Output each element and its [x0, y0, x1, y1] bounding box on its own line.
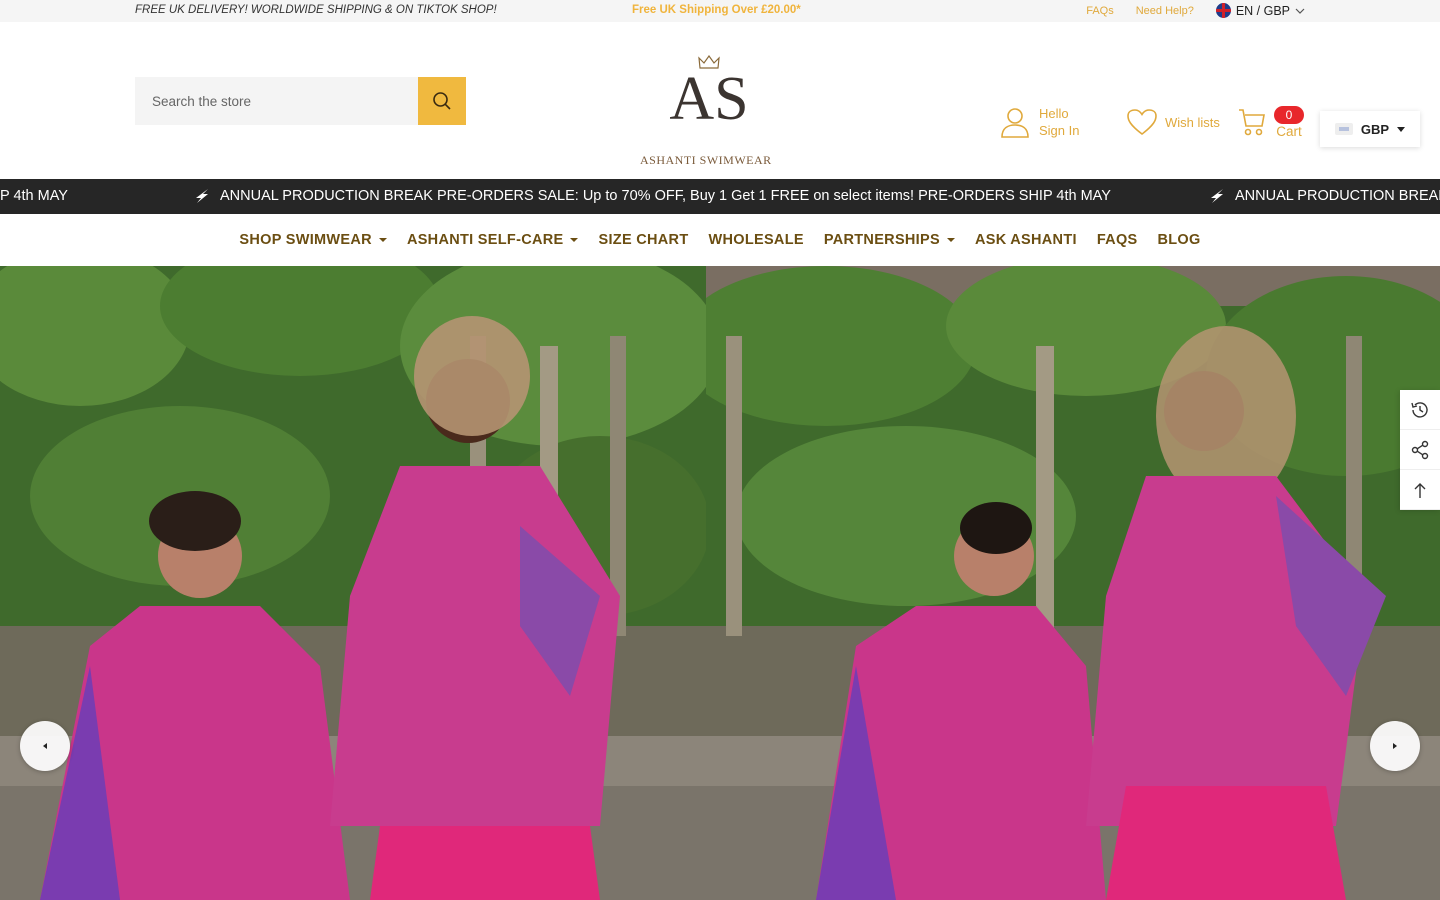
caret-down-icon [570, 238, 579, 242]
nav-partnerships[interactable]: PARTNERSHIPS [824, 232, 955, 248]
main-nav: SHOP SWIMWEAR ASHANTI SELF-CARE SIZE CHA… [0, 214, 1440, 266]
nav-shop-swimwear[interactable]: SHOP SWIMWEAR [239, 232, 387, 248]
search-icon [433, 92, 451, 110]
site-logo[interactable]: AS ASHANTI SWIMWEAR [636, 55, 782, 167]
nav-label: WHOLESALE [708, 232, 804, 248]
back-to-top-button[interactable] [1400, 470, 1440, 510]
nav-label: ASHANTI SELF-CARE [406, 232, 564, 248]
nav-wholesale[interactable]: WHOLESALE [708, 232, 803, 248]
nav-faqs[interactable]: FAQS [1097, 232, 1138, 248]
caret-down-icon [1397, 126, 1406, 132]
nav-ashanti-self-care[interactable]: ASHANTI SELF-CARE [407, 232, 579, 248]
marquee-text: P 4th MAY [0, 188, 68, 204]
logo-brand: ASHANTI SWIMWEAR [640, 153, 772, 167]
uk-flag-icon [1215, 3, 1231, 18]
currency-label: GBP [1360, 121, 1390, 137]
lightning-icon [196, 189, 208, 203]
user-icon [1001, 108, 1029, 138]
hero-slide-image[interactable] [706, 266, 1440, 900]
heart-icon [1127, 109, 1157, 136]
hero-photo [0, 266, 706, 900]
side-toolbar [1400, 390, 1440, 510]
chevron-left-icon [43, 743, 47, 749]
language-selector[interactable]: EN / GBP [1215, 3, 1305, 18]
marquee-text: ANNUAL PRODUCTION BREAK PRE-ORDERS SALE:… [220, 188, 1111, 204]
hero-slide-image[interactable] [0, 266, 706, 900]
language-label: EN / GBP [1235, 3, 1290, 18]
nav-size-chart[interactable]: SIZE CHART [598, 232, 688, 248]
faqs-link[interactable]: FAQs [1086, 5, 1114, 17]
share-icon [1411, 440, 1429, 459]
logo-mark: AS [669, 65, 749, 133]
nav-label: BLOG [1157, 232, 1201, 248]
promo-left: FREE UK DELIVERY! WORLDWIDE SHIPPING & O… [135, 4, 497, 16]
cart-icon [1239, 109, 1265, 136]
cart-link[interactable]: 0 Cart [1238, 106, 1304, 139]
account-signin: Sign In [1039, 123, 1080, 138]
announcement-bar: FREE UK DELIVERY! WORLDWIDE SHIPPING & O… [0, 0, 1440, 22]
utility-links: FAQs Need Help? EN / GBP [1086, 3, 1305, 18]
nav-label: SIZE CHART [598, 232, 689, 248]
search-input[interactable] [135, 77, 418, 125]
lightning-icon [1211, 189, 1223, 203]
marquee-text: ANNUAL PRODUCTION BREAK [1235, 188, 1440, 204]
promo-marquee: P 4th MAY ANNUAL PRODUCTION BREAK PRE-OR… [0, 179, 1440, 214]
nav-blog[interactable]: BLOG [1158, 232, 1201, 248]
site-header: AS ASHANTI SWIMWEAR Hello Sign In Wish l… [0, 22, 1440, 179]
caret-down-icon [378, 238, 387, 242]
nav-label: ASK ASHANTI [974, 232, 1077, 248]
history-icon [1411, 401, 1428, 418]
search-form [135, 77, 466, 125]
marquee-segment: ANNUAL PRODUCTION BREAK PRE-ORDERS SALE:… [194, 188, 1111, 204]
nav-label: SHOP SWIMWEAR [239, 232, 372, 248]
slider-next-button[interactable] [1370, 721, 1420, 771]
chevron-down-icon [1295, 8, 1305, 14]
wishlist-label: Wish lists [1165, 114, 1220, 130]
uk-flag-icon [1334, 123, 1353, 135]
recently-viewed-button[interactable] [1400, 390, 1440, 430]
cart-count-badge: 0 [1274, 106, 1304, 124]
promo-center: Free UK Shipping Over £20.00* [632, 4, 801, 16]
nav-ask-ashanti[interactable]: ASK ASHANTI [975, 232, 1077, 248]
nav-label: PARTNERSHIPS [823, 232, 940, 248]
chevron-right-icon [1393, 743, 1397, 749]
account-link[interactable]: Hello Sign In [1000, 105, 1079, 139]
account-hello: Hello [1039, 106, 1069, 121]
currency-selector[interactable]: GBP [1320, 111, 1420, 147]
arrow-up-icon [1414, 482, 1426, 498]
wishlist-link[interactable]: Wish lists [1126, 108, 1220, 136]
slider-prev-button[interactable] [20, 721, 70, 771]
cart-label: Cart [1276, 124, 1302, 139]
marquee-segment: P 4th MAY [0, 188, 68, 204]
crown-icon [698, 55, 720, 69]
search-button[interactable] [418, 77, 466, 125]
hero-slider [0, 266, 1440, 900]
hero-photo [706, 266, 1440, 900]
nav-label: FAQS [1096, 232, 1138, 248]
help-link[interactable]: Need Help? [1136, 5, 1194, 17]
marquee-segment: ANNUAL PRODUCTION BREAK [1209, 188, 1440, 204]
caret-down-icon [946, 238, 955, 242]
share-button[interactable] [1400, 430, 1440, 470]
